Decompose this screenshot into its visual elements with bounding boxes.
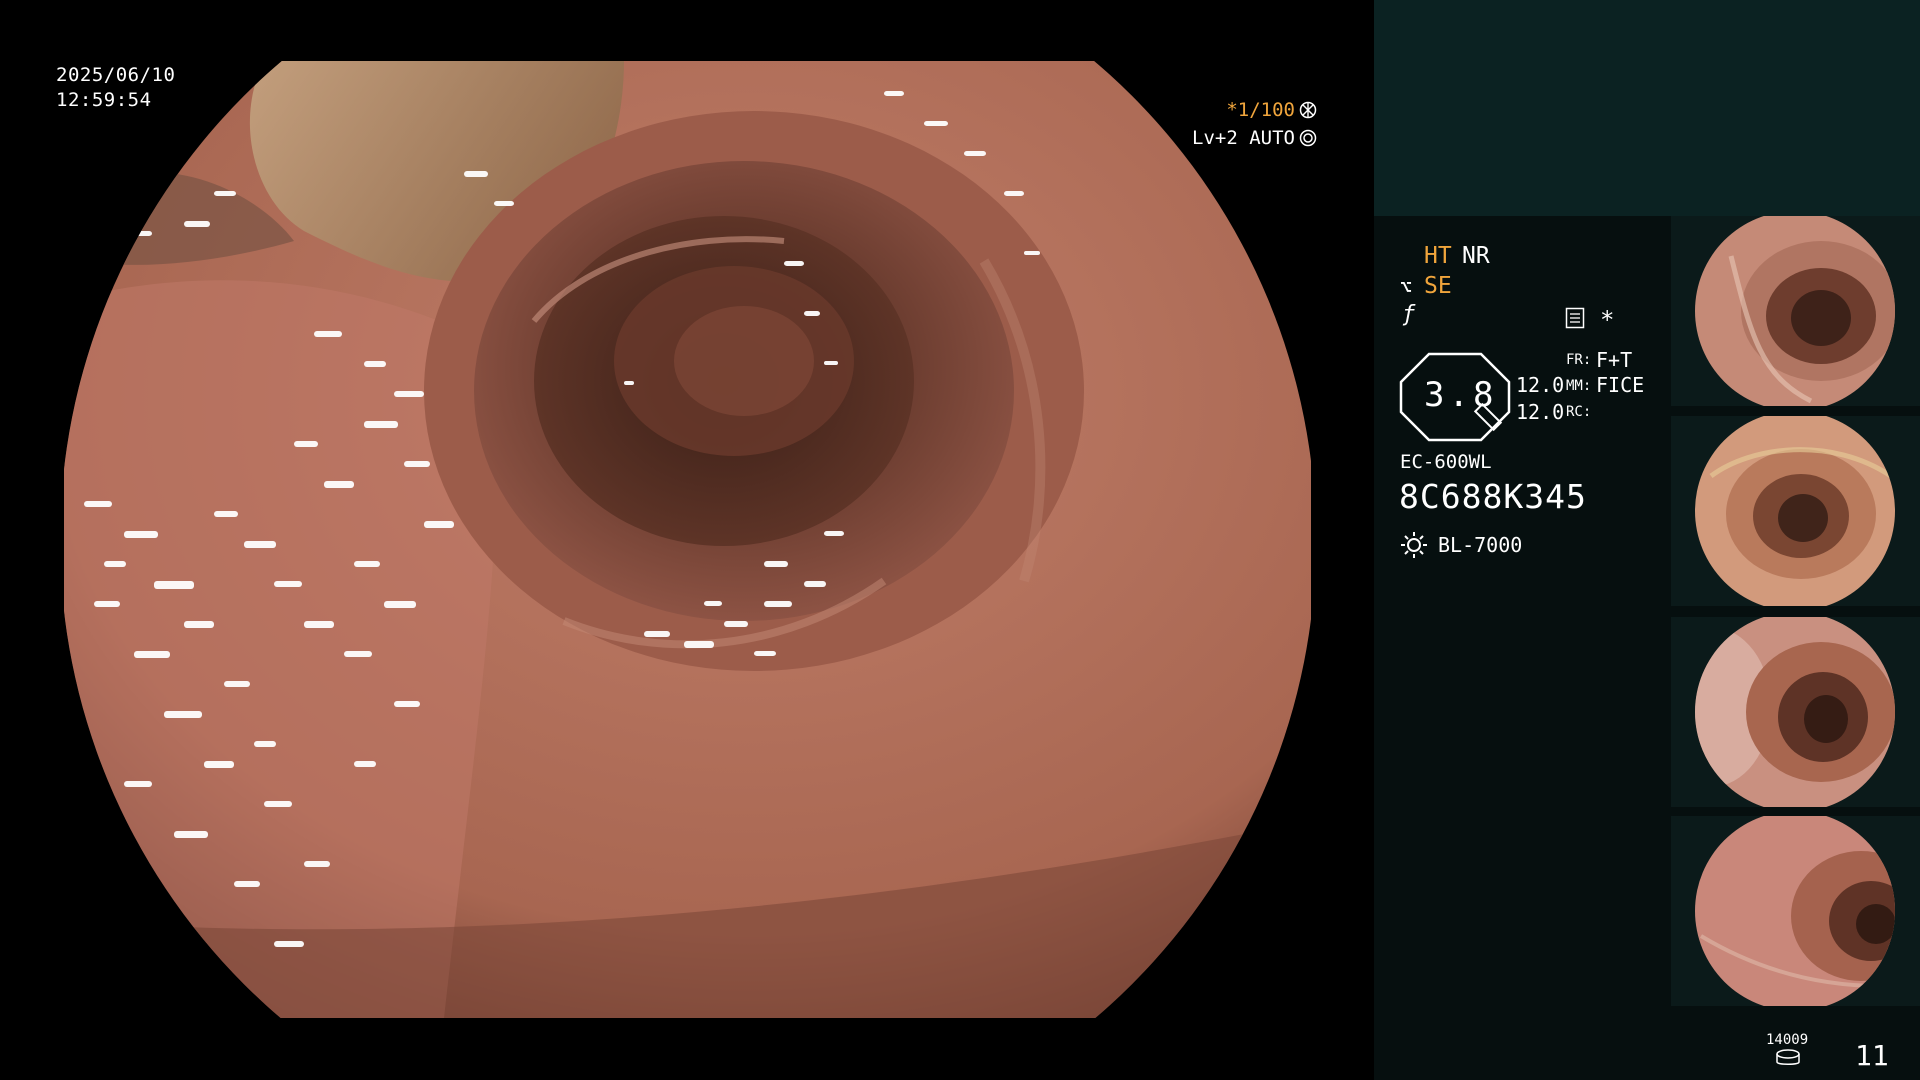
mm-label: MM: [1566,378,1592,394]
value-b: 12.0 [1516,400,1565,424]
thumbnail-2[interactable] [1671,416,1920,606]
scope-serial: 8C688K345 [1399,477,1587,516]
info-panel-header [1374,0,1920,216]
page-number: 11 [1855,1039,1889,1072]
se-indicator: SE [1424,273,1452,299]
auto-icon [1299,129,1317,147]
fr-value: F+T [1596,348,1633,372]
mm-value: FICE [1596,373,1645,397]
fr-label: FR: [1566,352,1592,368]
shutter-speed: *1/100 [1226,99,1317,121]
se-icon: ⌥ [1400,275,1413,299]
shutter-icon [1299,101,1317,119]
exam-date: 2025/06/10 [56,64,176,86]
nr-indicator: NR [1462,243,1490,269]
shutter-speed-label: *1/100 [1226,99,1295,121]
star-icon: * [1600,306,1615,334]
scope-model: EC-600WL [1400,451,1492,473]
thumbnail-4[interactable] [1671,816,1920,1006]
thumbnail-1[interactable] [1671,216,1920,406]
mucosa-image [64,61,1311,1018]
ht-indicator: HT [1424,243,1452,269]
disk-count: 14009 [1766,1032,1809,1048]
enhance-icon: ƒ [1402,302,1416,327]
document-icon [1565,307,1585,329]
disk-icon [1776,1049,1800,1065]
iris-level: Lv+2 AUTO [1192,127,1317,149]
light-source: BL-7000 [1438,533,1523,557]
brightness-value: 3.8 [1424,375,1498,415]
endoscope-view [64,61,1311,1018]
rc-label: RC: [1566,404,1592,420]
thumbnail-3[interactable] [1671,617,1920,807]
value-a: 12.0 [1516,373,1565,397]
iris-level-label: Lv+2 AUTO [1192,127,1295,149]
sun-icon [1401,532,1427,558]
exam-time: 12:59:54 [56,89,152,111]
